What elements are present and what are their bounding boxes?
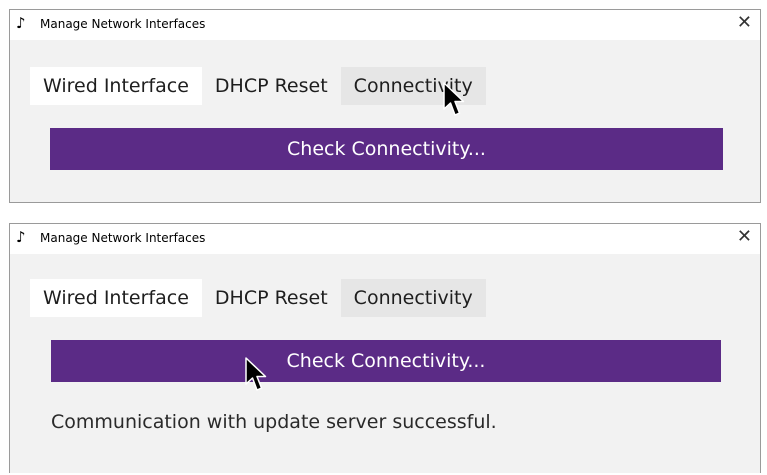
screenshot-stage: ♪ Manage Network Interfaces ✕ Wired Inte… [0, 0, 767, 475]
manage-network-window-before: ♪ Manage Network Interfaces ✕ Wired Inte… [9, 9, 761, 203]
title-bar[interactable]: ♪ Manage Network Interfaces ✕ [10, 10, 760, 40]
tab-dhcp-reset[interactable]: DHCP Reset [201, 279, 341, 317]
music-note-icon: ♪ [16, 228, 26, 246]
mouse-pointer-icon [443, 82, 465, 116]
tab-dhcp-reset[interactable]: DHCP Reset [201, 67, 341, 105]
tab-wired-interface[interactable]: Wired Interface [30, 279, 202, 317]
title-bar[interactable]: ♪ Manage Network Interfaces ✕ [10, 224, 760, 254]
status-message: Communication with update server success… [51, 411, 497, 433]
tab-connectivity[interactable]: Connectivity [340, 279, 486, 317]
music-note-icon: ♪ [16, 14, 26, 32]
window-title: Manage Network Interfaces [40, 17, 206, 31]
close-icon[interactable]: ✕ [737, 227, 752, 247]
tab-wired-interface[interactable]: Wired Interface [30, 67, 202, 105]
mouse-pointer-icon [245, 357, 267, 391]
manage-network-window-after: ♪ Manage Network Interfaces ✕ Wired Inte… [9, 223, 761, 473]
close-icon[interactable]: ✕ [737, 13, 752, 33]
check-connectivity-button[interactable]: Check Connectivity... [51, 340, 721, 382]
tab-bar: Wired Interface DHCP Reset Connectivity [30, 279, 486, 317]
tab-bar: Wired Interface DHCP Reset Connectivity [30, 67, 486, 105]
check-connectivity-button[interactable]: Check Connectivity... [50, 128, 723, 170]
window-title: Manage Network Interfaces [40, 231, 206, 245]
